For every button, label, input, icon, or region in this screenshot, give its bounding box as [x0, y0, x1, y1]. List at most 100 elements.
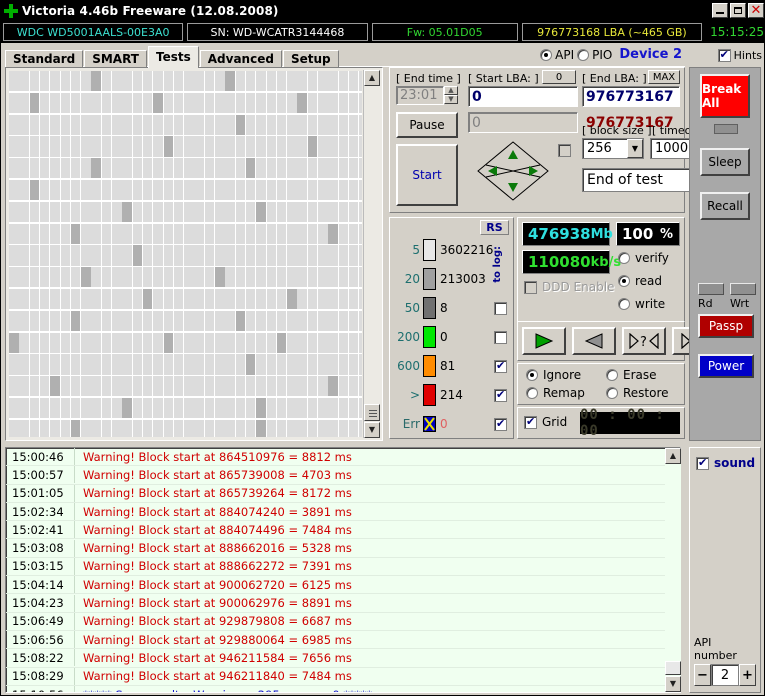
- stat-to-log-checkbox[interactable]: [494, 359, 507, 373]
- end-lba-max-button[interactable]: MAX: [648, 70, 680, 84]
- log-row[interactable]: 15:08:29 Warning! Block start at 94621184…: [6, 667, 680, 686]
- stat-to-log-checkbox[interactable]: [494, 301, 507, 315]
- end-time-field[interactable]: 23:01: [396, 86, 444, 105]
- grid-scrollbar[interactable]: ▲ ▼: [363, 70, 380, 438]
- log-row[interactable]: 15:04:23 Warning! Block start at 90006297…: [6, 594, 680, 613]
- grid-scroll-down-icon[interactable]: ▼: [364, 422, 380, 438]
- log-row[interactable]: 15:02:41 Warning! Block start at 88407449…: [6, 521, 680, 540]
- log-row[interactable]: 15:06:49 Warning! Block start at 92987980…: [6, 612, 680, 631]
- sound-toggle[interactable]: sound: [696, 456, 755, 470]
- start-lba-zero-button[interactable]: 0: [542, 70, 576, 84]
- scan-grid-cell: [266, 289, 276, 310]
- block-size-combo[interactable]: 256 ▼: [582, 138, 644, 159]
- stat-to-log-checkbox[interactable]: [494, 388, 507, 402]
- log-row[interactable]: 15:02:34 Warning! Block start at 88407424…: [6, 503, 680, 522]
- log-scrollbar[interactable]: ▲ ▼: [665, 448, 681, 692]
- api-number-decrement-button[interactable]: −: [694, 664, 711, 686]
- end-lba-input[interactable]: 976773167: [582, 86, 680, 107]
- hints-checkbox[interactable]: [717, 48, 731, 62]
- pause-button[interactable]: Pause: [396, 112, 458, 138]
- log-row[interactable]: 15:03:15 Warning! Block start at 88866227…: [6, 557, 680, 577]
- grid-toggle[interactable]: Grid: [524, 415, 567, 429]
- radio-write[interactable]: [618, 298, 630, 310]
- scan-grid-map[interactable]: [9, 71, 362, 437]
- scan-grid-cell: [132, 376, 143, 397]
- mode-write[interactable]: write: [618, 297, 665, 311]
- passp-button[interactable]: Passp: [698, 314, 754, 338]
- start-lba-input[interactable]: 0: [468, 86, 578, 107]
- log-row[interactable]: 15:10:56***** Scan results: Warnings - 2…: [6, 686, 680, 692]
- log-row[interactable]: 15:00:57 Warning! Block start at 86573900…: [6, 466, 680, 485]
- sound-checkbox[interactable]: [696, 456, 709, 470]
- victoria-app-window: Victoria 4.46b Freeware (12.08.2008) ✕ W…: [0, 0, 765, 696]
- grid-scroll-thumb[interactable]: [364, 404, 380, 421]
- tab-advanced[interactable]: Advanced: [199, 50, 282, 67]
- navigation-diamond[interactable]: [476, 140, 550, 202]
- scan-grid-cell: [142, 201, 153, 222]
- scan-grid-cell: [359, 136, 362, 157]
- radio-api[interactable]: [540, 48, 553, 61]
- radio-remap[interactable]: [526, 387, 538, 399]
- power-button[interactable]: Power: [698, 354, 754, 378]
- scan-grid-cell: [287, 398, 297, 419]
- radio-erase[interactable]: [606, 369, 618, 381]
- chevron-down-icon[interactable]: ▼: [627, 139, 643, 158]
- end-time-spinner[interactable]: ▲ ▼: [444, 86, 458, 104]
- scan-grid-cell: [91, 267, 101, 288]
- scan-grid-cell: [318, 289, 328, 310]
- tab-smart[interactable]: SMART: [84, 50, 147, 67]
- remap-label: Remap: [543, 386, 585, 400]
- action-ignore[interactable]: Ignore: [526, 368, 581, 382]
- mode-verify[interactable]: verify: [618, 251, 669, 265]
- tab-setup[interactable]: Setup: [282, 50, 339, 67]
- start-button[interactable]: Start: [396, 144, 458, 206]
- log-row[interactable]: 15:03:08 Warning! Block start at 88866201…: [6, 539, 680, 558]
- mode-read[interactable]: read: [618, 274, 662, 288]
- radio-restore[interactable]: [606, 387, 618, 399]
- rs-button[interactable]: RS: [480, 220, 509, 235]
- action-remap[interactable]: Remap: [526, 386, 585, 400]
- action-restore[interactable]: Restore: [606, 386, 669, 400]
- log-row[interactable]: 15:04:14 Warning! Block start at 90006272…: [6, 576, 680, 595]
- stat-threshold-label: 600: [397, 359, 420, 373]
- action-erase[interactable]: Erase: [606, 368, 657, 382]
- log-timestamp: 15:01:05: [12, 486, 64, 501]
- play-backward-button[interactable]: [572, 327, 616, 355]
- minimize-button[interactable]: [712, 3, 728, 18]
- maximize-button[interactable]: [730, 3, 746, 18]
- loop-checkbox[interactable]: [558, 144, 571, 157]
- random-read-button[interactable]: ?: [622, 327, 666, 355]
- scan-grid-cell: [318, 114, 328, 135]
- scan-grid-cell: [359, 71, 362, 92]
- log-scroll-up-icon[interactable]: ▲: [665, 448, 681, 464]
- stat-to-log-checkbox[interactable]: [494, 417, 507, 431]
- log-row[interactable]: 15:00:46 Warning! Block start at 86451097…: [6, 448, 680, 467]
- api-number-value[interactable]: 2: [711, 664, 739, 686]
- tab-standard[interactable]: Standard: [5, 50, 84, 67]
- break-all-button[interactable]: Break All: [700, 74, 750, 118]
- stat-to-log-checkbox[interactable]: [494, 330, 507, 344]
- radio-verify[interactable]: [618, 252, 630, 264]
- play-forward-button[interactable]: [522, 327, 566, 355]
- radio-ignore[interactable]: [526, 369, 538, 381]
- grid-checkbox[interactable]: [524, 415, 537, 429]
- scan-grid-cell: [287, 158, 297, 179]
- log-panel[interactable]: 15:00:46 Warning! Block start at 86451097…: [5, 447, 681, 693]
- log-row[interactable]: 15:06:56 Warning! Block start at 92988006…: [6, 631, 680, 650]
- grid-scroll-up-icon[interactable]: ▲: [364, 70, 380, 86]
- log-scroll-thumb[interactable]: [665, 661, 681, 675]
- log-row[interactable]: 15:08:22 Warning! Block start at 94621158…: [6, 649, 680, 668]
- radio-pio[interactable]: [577, 48, 590, 61]
- scan-grid-cell: [287, 114, 297, 135]
- api-number-increment-button[interactable]: +: [739, 664, 756, 686]
- log-scroll-down-icon[interactable]: ▼: [665, 676, 681, 692]
- recall-button[interactable]: Recall: [700, 192, 750, 220]
- tab-tests[interactable]: Tests: [147, 46, 199, 68]
- ddd-enable-toggle[interactable]: DDD Enable: [524, 280, 614, 294]
- sleep-button[interactable]: Sleep: [700, 148, 750, 176]
- close-icon[interactable]: ✕: [748, 3, 764, 18]
- log-row[interactable]: 15:01:05 Warning! Block start at 86573926…: [6, 484, 680, 503]
- radio-read[interactable]: [618, 275, 630, 287]
- hints-toggle[interactable]: Hints: [717, 48, 762, 62]
- ddd-enable-checkbox[interactable]: [524, 280, 537, 294]
